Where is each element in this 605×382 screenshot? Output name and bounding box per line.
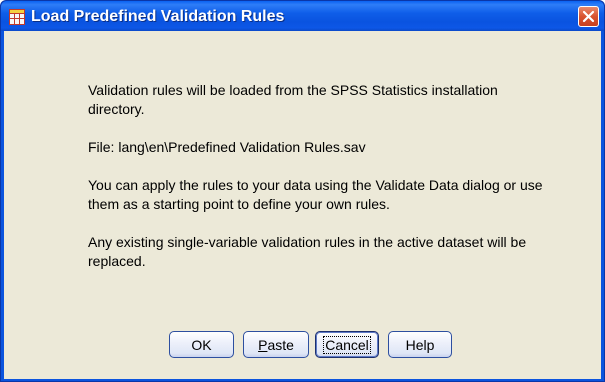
- ok-button[interactable]: OK: [169, 331, 234, 358]
- button-row: OK Paste Cancel Help: [1, 331, 605, 361]
- dialog-title: Load Predefined Validation Rules: [31, 8, 285, 25]
- cancel-label: Cancel: [323, 335, 371, 354]
- help-button[interactable]: Help: [388, 331, 452, 358]
- close-icon: [582, 10, 595, 23]
- paste-label: aste: [267, 336, 294, 353]
- cancel-button[interactable]: Cancel: [315, 331, 379, 358]
- dialog-window: Load Predefined Validation Rules Validat…: [0, 0, 605, 382]
- message-paragraph: You can apply the rules to your data usi…: [88, 177, 543, 212]
- paste-button[interactable]: Paste: [243, 331, 309, 358]
- message-text: Validation rules will be loaded from the…: [88, 81, 558, 271]
- title-bar[interactable]: Load Predefined Validation Rules: [1, 1, 604, 31]
- spss-dialog-grid-icon: [9, 9, 25, 25]
- file-path-text: File: lang\en\Predefined Validation Rule…: [88, 139, 366, 155]
- message-paragraph: Any existing single-variable validation …: [88, 234, 527, 269]
- message-paragraph: Validation rules will be loaded from the…: [88, 82, 498, 117]
- close-button[interactable]: [578, 6, 599, 27]
- dialog-body: Validation rules will be loaded from the…: [4, 31, 601, 379]
